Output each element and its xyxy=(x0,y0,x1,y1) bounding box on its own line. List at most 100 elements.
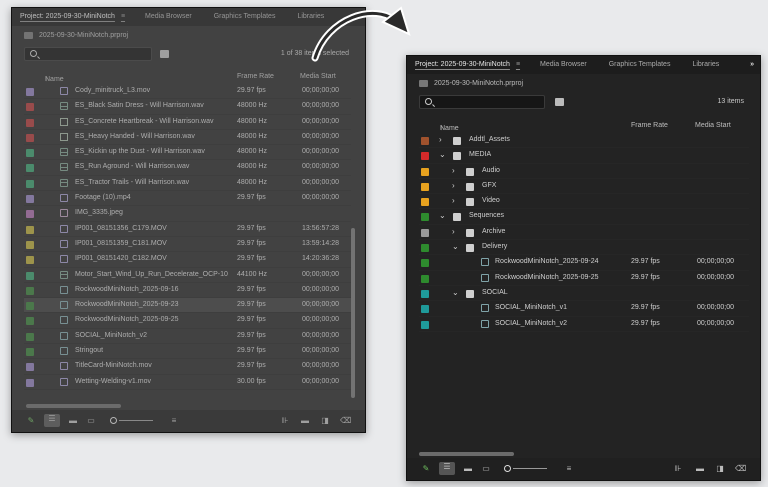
horizontal-scrollbar[interactable] xyxy=(26,404,121,408)
label-color-swatch[interactable] xyxy=(421,305,429,314)
sequence-row[interactable]: RockwoodMiniNotch_2025-09-24 29.97 fps 00;… xyxy=(419,255,749,271)
label-color-swatch[interactable] xyxy=(421,213,429,222)
trash-icon[interactable]: ⌫ xyxy=(340,416,351,425)
sequence-row[interactable]: RockwoodMiniNotch_2025-09-25 29.97 fps 00;… xyxy=(419,271,749,286)
label-color-swatch[interactable] xyxy=(26,164,34,173)
chevron-down-icon[interactable]: ⌄ xyxy=(452,288,459,297)
label-color-swatch[interactable] xyxy=(421,137,429,145)
list-item[interactable]: ES_Concrete Heartbreak - Will Harrison.w… xyxy=(24,115,354,130)
tab-project[interactable]: Project: 2025-09-30-MiniNotch ≡ xyxy=(12,8,133,26)
freeform-view-icon[interactable]: ▭ xyxy=(86,416,96,425)
tab-graphics-templates[interactable]: Graphics Templates xyxy=(601,56,679,74)
label-color-swatch[interactable] xyxy=(26,317,34,326)
label-color-swatch[interactable] xyxy=(26,332,34,341)
chevron-right-icon[interactable]: › xyxy=(452,196,455,205)
search-input[interactable] xyxy=(24,47,152,61)
icon-view-icon[interactable]: ▬ xyxy=(463,464,473,473)
chevron-down-icon[interactable]: ⌄ xyxy=(452,242,459,251)
label-color-swatch[interactable] xyxy=(421,259,429,268)
label-color-swatch[interactable] xyxy=(26,149,34,158)
more-tabs-icon[interactable]: » xyxy=(750,56,754,74)
bin-row[interactable]: ⌄ MEDIA xyxy=(419,148,749,164)
label-color-swatch[interactable] xyxy=(26,271,34,280)
pencil-icon[interactable]: ✎ xyxy=(421,464,431,473)
list-item[interactable]: ES_Tractor Trails - Will Harrison.wav 480… xyxy=(24,176,354,192)
sequence-row[interactable]: SOCIAL_MiniNotch_v2 29.97 fps 00;00;00;00 xyxy=(419,317,749,332)
list-item[interactable]: ES_Kickin up the Dust - Will Harrison.wa… xyxy=(24,145,354,161)
list-item[interactable]: Stringout 29.97 fps 00;00;00;00 xyxy=(24,344,354,360)
list-item[interactable]: TitleCard-MiniNotch.mov 29.97 fps 00;00;00… xyxy=(24,359,354,375)
list-item[interactable]: Wetting-Welding-v1.mov 30.00 fps 00;00;00;… xyxy=(24,375,354,390)
list-item[interactable]: IMG_3335.jpeg xyxy=(24,206,354,222)
new-bin-icon[interactable]: ▬ xyxy=(300,416,310,425)
label-color-swatch[interactable] xyxy=(421,152,429,161)
tab-libraries[interactable]: Libraries xyxy=(684,56,727,74)
icon-view-icon[interactable]: ▬ xyxy=(68,416,78,425)
chevron-down-icon[interactable]: ⌄ xyxy=(439,211,446,220)
tab-media-browser[interactable]: Media Browser xyxy=(137,8,200,26)
chevron-down-icon[interactable]: ⌄ xyxy=(439,150,446,159)
column-frame-rate[interactable]: Frame Rate xyxy=(237,73,274,80)
label-color-swatch[interactable] xyxy=(26,103,34,112)
bin-row[interactable]: ⌄ Sequences xyxy=(419,209,749,225)
tab-graphics-templates[interactable]: Graphics Templates xyxy=(206,8,284,26)
automate-to-sequence-icon[interactable]: ⊪ xyxy=(280,416,290,425)
zoom-slider-knob[interactable] xyxy=(110,417,117,424)
freeform-view-icon[interactable]: ▭ xyxy=(481,464,491,473)
new-bin-from-search-icon[interactable] xyxy=(555,98,564,106)
list-view-icon[interactable]: ☰ xyxy=(44,414,60,427)
label-color-swatch[interactable] xyxy=(26,302,34,311)
list-item[interactable]: ES_Black Satin Dress - Will Harrison.wav… xyxy=(24,99,354,115)
label-color-swatch[interactable] xyxy=(421,274,429,283)
chevron-right-icon[interactable]: › xyxy=(452,181,455,190)
column-frame-rate[interactable]: Frame Rate xyxy=(631,122,668,129)
sort-icons-icon[interactable]: ≡ xyxy=(564,464,574,473)
label-color-swatch[interactable] xyxy=(26,210,34,219)
panel-menu-icon[interactable]: ≡ xyxy=(121,13,125,20)
search-input[interactable] xyxy=(419,95,545,109)
list-item[interactable]: RockwoodMiniNotch_2025-09-25 29.97 fps 00;… xyxy=(24,313,354,329)
list-item[interactable]: IP001_08151420_C182.MOV 29.97 fps 14:20:36… xyxy=(24,252,354,268)
tab-media-browser[interactable]: Media Browser xyxy=(532,56,595,74)
list-item[interactable]: IP001_08151359_C181.MOV 29.97 fps 13:59:14… xyxy=(24,237,354,253)
label-color-swatch[interactable] xyxy=(26,348,34,357)
sort-icons-icon[interactable]: ≡ xyxy=(169,416,179,425)
chevron-right-icon[interactable]: › xyxy=(439,135,442,144)
list-item[interactable]: Motor_Start_Wind_Up_Run_Decelerate_OCP-1… xyxy=(24,268,354,283)
bin-row[interactable]: ⌄ SOCIAL xyxy=(419,286,749,302)
label-color-swatch[interactable] xyxy=(421,182,429,191)
label-color-swatch[interactable] xyxy=(26,363,34,372)
label-color-swatch[interactable] xyxy=(26,286,34,295)
label-color-swatch[interactable] xyxy=(26,225,34,234)
scrollbar-thumb[interactable] xyxy=(351,228,355,398)
label-color-swatch[interactable] xyxy=(421,244,429,253)
automate-to-sequence-icon[interactable]: ⊪ xyxy=(673,464,683,473)
bin-row[interactable]: › GFX xyxy=(419,179,749,195)
label-color-swatch[interactable] xyxy=(421,228,429,237)
zoom-slider[interactable] xyxy=(513,468,547,469)
list-item[interactable]: ES_Heavy Handed - Will Harrison.wav 48000… xyxy=(24,130,354,146)
label-color-swatch[interactable] xyxy=(421,198,429,207)
bin-row[interactable]: › Video xyxy=(419,194,749,210)
label-color-swatch[interactable] xyxy=(421,167,429,176)
list-item[interactable]: ES_Run Aground - Will Harrison.wav 48000 … xyxy=(24,160,354,176)
list-item[interactable]: Footage (10).mp4 29.97 fps 00;00;00;00 xyxy=(24,191,354,207)
label-color-swatch[interactable] xyxy=(26,378,34,387)
pencil-icon[interactable]: ✎ xyxy=(26,416,36,425)
panel-menu-icon[interactable]: ≡ xyxy=(516,61,520,68)
horizontal-scrollbar[interactable] xyxy=(419,452,514,456)
label-color-swatch[interactable] xyxy=(421,289,429,298)
list-item[interactable]: RockwoodMiniNotch_2025-09-23 29.97 fps 00;… xyxy=(24,298,354,314)
column-media-start[interactable]: Media Start xyxy=(695,122,731,129)
label-color-swatch[interactable] xyxy=(26,240,34,249)
label-color-swatch[interactable] xyxy=(26,88,34,96)
new-bin-icon[interactable]: ▬ xyxy=(695,464,705,473)
bin-row[interactable]: ⌄ Delivery xyxy=(419,240,749,256)
vertical-scrollbar[interactable] xyxy=(351,78,355,403)
trash-icon[interactable]: ⌫ xyxy=(735,464,746,473)
list-item[interactable]: RockwoodMiniNotch_2025-09-16 29.97 fps 00;… xyxy=(24,283,354,299)
label-color-swatch[interactable] xyxy=(26,133,34,142)
chevron-right-icon[interactable]: › xyxy=(452,166,455,175)
bin-row[interactable]: › Audio xyxy=(419,164,749,179)
bin-row[interactable]: › Addtl_Assets xyxy=(419,133,749,149)
